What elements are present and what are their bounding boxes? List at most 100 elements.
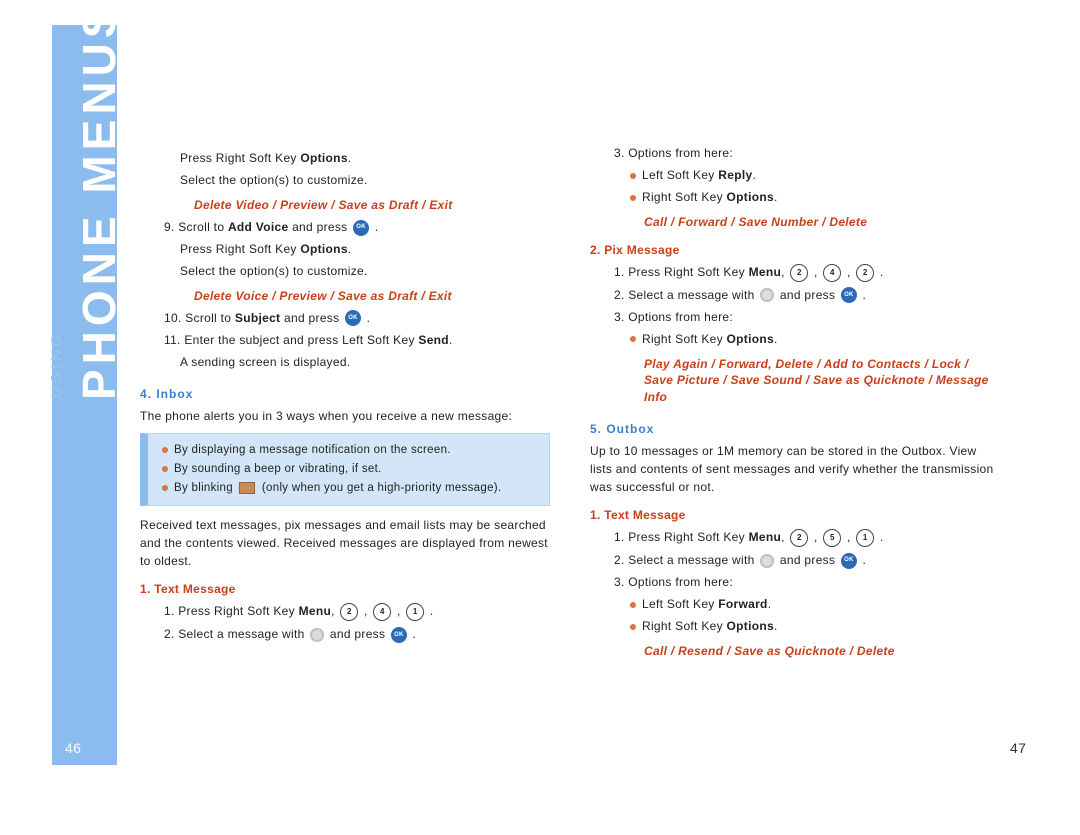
option-line: Right Soft Key Options. bbox=[590, 188, 1000, 206]
text-line: Select the option(s) to customize. bbox=[140, 171, 550, 189]
text: Right Soft Key bbox=[642, 619, 727, 633]
text-line: Press Right Soft Key Options. bbox=[140, 240, 550, 258]
sub-heading-pix-message: 2. Pix Message bbox=[590, 241, 1000, 259]
text: By sounding a beep or vibrating, if set. bbox=[174, 463, 382, 475]
bold-text: Menu bbox=[749, 265, 782, 279]
text: and press bbox=[776, 288, 839, 302]
bold-text: Options bbox=[727, 190, 774, 204]
text: and press bbox=[280, 311, 343, 325]
bold-text: Options bbox=[300, 242, 347, 256]
option-list-highlight: Call / Resend / Save as Quicknote / Dele… bbox=[644, 643, 1000, 660]
keypad-1-icon: 1 bbox=[406, 603, 424, 621]
sidebar-title-large: PHONE MENUS bbox=[72, 3, 126, 400]
keypad-4-icon: 4 bbox=[823, 264, 841, 282]
text: (only when you get a high-priority messa… bbox=[258, 482, 501, 494]
menu-ok-icon: OK bbox=[841, 553, 857, 569]
text: By blinking bbox=[174, 482, 236, 494]
menu-ok-icon: OK bbox=[345, 310, 361, 326]
step: 2. Select a message with and press OK . bbox=[590, 286, 1000, 304]
option-line: Left Soft Key Forward. bbox=[590, 595, 1000, 613]
sidebar-title-small: USING bbox=[48, 330, 65, 398]
text: . bbox=[348, 151, 352, 165]
bold-text: Send bbox=[418, 333, 449, 347]
bold-text: Menu bbox=[299, 604, 332, 618]
step: 3. Options from here: bbox=[590, 144, 1000, 162]
bullet-icon bbox=[630, 195, 636, 201]
text: . bbox=[348, 242, 352, 256]
text: Press Right Soft Key bbox=[180, 151, 300, 165]
menu-ok-icon: OK bbox=[391, 627, 407, 643]
bullet-icon bbox=[630, 602, 636, 608]
text: Left Soft Key bbox=[642, 597, 718, 611]
text: . bbox=[449, 333, 453, 347]
right-column: 3. Options from here: Left Soft Key Repl… bbox=[590, 140, 1000, 664]
bold-text: Options bbox=[300, 151, 347, 165]
text: 11. Enter the subject and press Left Sof… bbox=[164, 333, 418, 347]
bold-text: Menu bbox=[749, 530, 782, 544]
step: 3. Options from here: bbox=[590, 573, 1000, 591]
text: , bbox=[331, 604, 338, 618]
text-line: Select the option(s) to customize. bbox=[140, 262, 550, 280]
keypad-2-icon: 2 bbox=[790, 529, 808, 547]
step: 2. Select a message with and press OK . bbox=[140, 625, 550, 643]
option-list-highlight: Delete Voice / Preview / Save as Draft /… bbox=[194, 288, 550, 305]
text: 2. Select a message with bbox=[164, 627, 308, 641]
envelope-icon bbox=[239, 482, 255, 494]
option-list-highlight: Call / Forward / Save Number / Delete bbox=[644, 214, 1000, 231]
text: 1. Press Right Soft Key bbox=[614, 530, 749, 544]
option-list-highlight: Play Again / Forward, Delete / Add to Co… bbox=[644, 356, 1000, 406]
section-heading-inbox: 4. Inbox bbox=[140, 385, 550, 403]
text: Right Soft Key bbox=[642, 332, 727, 346]
option-line: Right Soft Key Options. bbox=[590, 617, 1000, 635]
text: 2. Select a message with bbox=[614, 288, 758, 302]
alert-ways-box: By displaying a message notification on … bbox=[140, 433, 550, 507]
option-line: Right Soft Key Options. bbox=[590, 330, 1000, 348]
bold-text: Options bbox=[727, 619, 774, 633]
sub-heading-text-message: 1. Text Message bbox=[140, 580, 550, 598]
text: and press bbox=[288, 220, 351, 234]
text: , bbox=[781, 265, 788, 279]
step: 1. Press Right Soft Key Menu, 2 , 4 , 1 … bbox=[140, 602, 550, 621]
bullet-icon bbox=[630, 624, 636, 630]
text: and press bbox=[326, 627, 389, 641]
text: Right Soft Key bbox=[642, 190, 727, 204]
bullet-icon bbox=[630, 336, 636, 342]
keypad-2-icon: 2 bbox=[790, 264, 808, 282]
text: 9. Scroll to bbox=[164, 220, 228, 234]
step: 10. Scroll to Subject and press OK . bbox=[140, 309, 550, 327]
bold-text: Add Voice bbox=[228, 220, 289, 234]
keypad-2-icon: 2 bbox=[340, 603, 358, 621]
step: 11. Enter the subject and press Left Sof… bbox=[140, 331, 550, 349]
text: , bbox=[781, 530, 788, 544]
text: 1. Press Right Soft Key bbox=[614, 265, 749, 279]
step: 2. Select a message with and press OK . bbox=[590, 551, 1000, 569]
sub-heading-text-message: 1. Text Message bbox=[590, 506, 1000, 524]
text: Left Soft Key bbox=[642, 168, 718, 182]
bold-text: Options bbox=[727, 332, 774, 346]
menu-ok-icon: OK bbox=[353, 220, 369, 236]
option-list-highlight: Delete Video / Preview / Save as Draft /… bbox=[194, 197, 550, 214]
step: 3. Options from here: bbox=[590, 308, 1000, 326]
text: and press bbox=[776, 553, 839, 567]
keypad-1-icon: 1 bbox=[856, 529, 874, 547]
nav-direction-icon bbox=[760, 288, 774, 302]
alert-line: By blinking (only when you get a high-pr… bbox=[162, 480, 539, 497]
nav-direction-icon bbox=[760, 554, 774, 568]
bold-text: Forward bbox=[718, 597, 767, 611]
paragraph: Up to 10 messages or 1M memory can be st… bbox=[590, 442, 1000, 496]
paragraph: Received text messages, pix messages and… bbox=[140, 516, 550, 570]
section-heading-outbox: 5. Outbox bbox=[590, 420, 1000, 438]
text-line: Press Right Soft Key Options. bbox=[140, 149, 550, 167]
alert-line: By displaying a message notification on … bbox=[162, 442, 539, 459]
page-number-left: 46 bbox=[65, 740, 81, 756]
bullet-icon bbox=[162, 485, 168, 491]
text: 1. Press Right Soft Key bbox=[164, 604, 299, 618]
bold-text: Subject bbox=[235, 311, 280, 325]
keypad-4-icon: 4 bbox=[373, 603, 391, 621]
step: 9. Scroll to Add Voice and press OK . bbox=[140, 218, 550, 236]
bullet-icon bbox=[630, 173, 636, 179]
keypad-2-icon: 2 bbox=[856, 264, 874, 282]
step: 1. Press Right Soft Key Menu, 2 , 5 , 1 … bbox=[590, 528, 1000, 547]
text: 2. Select a message with bbox=[614, 553, 758, 567]
page-number-right: 47 bbox=[1010, 740, 1026, 756]
